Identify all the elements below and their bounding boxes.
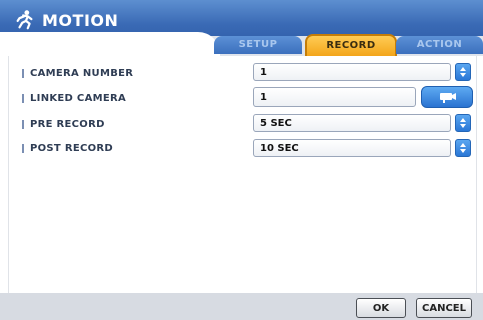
bullet bbox=[22, 93, 24, 103]
ok-button[interactable]: OK bbox=[356, 298, 406, 318]
bullet bbox=[22, 119, 24, 129]
bullet bbox=[22, 68, 24, 78]
running-person-icon bbox=[16, 10, 33, 30]
up-arrow-icon bbox=[460, 143, 466, 147]
camera-icon bbox=[440, 93, 456, 103]
camera-number-row: CAMERA NUMBER bbox=[22, 63, 133, 83]
post-record-spinner[interactable] bbox=[455, 139, 471, 157]
linked-camera-row: LINKED CAMERA bbox=[22, 88, 126, 108]
cancel-button[interactable]: CANCEL bbox=[416, 298, 472, 318]
camera-number-select[interactable]: 1 bbox=[253, 63, 451, 81]
post-record-row: POST RECORD bbox=[22, 138, 113, 158]
down-arrow-icon bbox=[460, 124, 466, 128]
pre-record-spinner[interactable] bbox=[455, 114, 471, 132]
pre-record-select[interactable]: 5 SEC bbox=[253, 114, 451, 132]
linked-camera-label: LINKED CAMERA bbox=[30, 92, 127, 104]
header-curve bbox=[0, 32, 220, 58]
down-arrow-icon bbox=[460, 73, 466, 77]
dialog-title: MOTION bbox=[42, 10, 119, 30]
bullet bbox=[22, 143, 24, 153]
title-area: MOTION bbox=[14, 9, 118, 31]
dialog-footer bbox=[0, 293, 483, 320]
motion-dialog: MOTION SETUP RECORD ACTION CAMERA NUMBER… bbox=[0, 0, 483, 320]
post-record-label: POST RECORD bbox=[30, 142, 114, 154]
down-arrow-icon bbox=[460, 149, 466, 153]
tab-action[interactable]: ACTION bbox=[396, 36, 483, 54]
tab-setup[interactable]: SETUP bbox=[214, 36, 302, 54]
pre-record-label: PRE RECORD bbox=[30, 118, 105, 130]
tab-record[interactable]: RECORD bbox=[305, 34, 397, 56]
linked-camera-button[interactable] bbox=[421, 86, 473, 108]
pre-record-row: PRE RECORD bbox=[22, 114, 105, 134]
post-record-select[interactable]: 10 SEC bbox=[253, 139, 451, 157]
up-arrow-icon bbox=[460, 118, 466, 122]
camera-number-spinner[interactable] bbox=[455, 63, 471, 81]
linked-camera-field[interactable]: 1 bbox=[253, 87, 416, 107]
camera-number-label: CAMERA NUMBER bbox=[30, 67, 134, 79]
up-arrow-icon bbox=[460, 67, 466, 71]
